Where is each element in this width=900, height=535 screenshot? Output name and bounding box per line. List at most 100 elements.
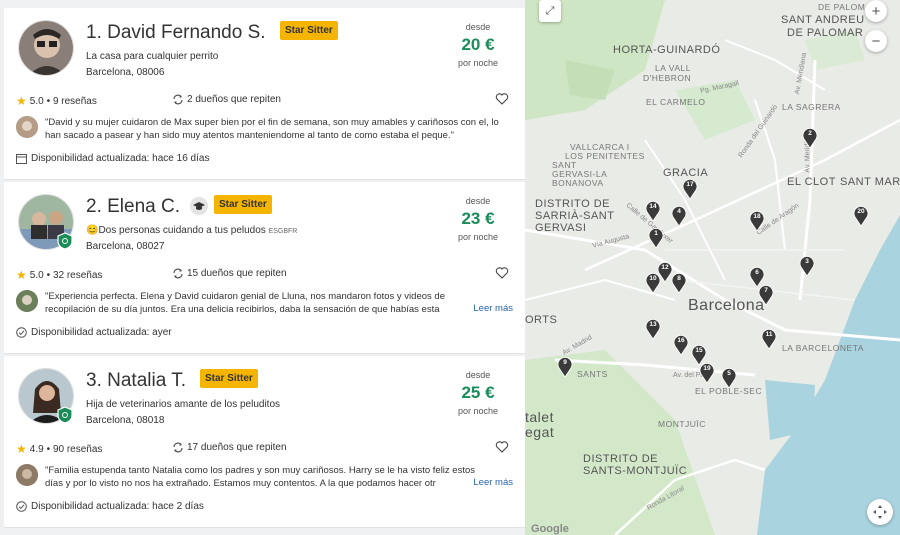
- map-pin[interactable]: 18: [749, 210, 765, 231]
- map-label: D'HEBRON: [643, 73, 692, 83]
- repeat-owners: 15 dueños que repiten: [172, 268, 287, 279]
- star-icon: ★: [16, 268, 27, 282]
- sitter-avatar[interactable]: [18, 20, 74, 76]
- heart-icon[interactable]: [495, 92, 509, 106]
- map[interactable]: SANT ANDREU DE PALOMAR DE PALOMAR HORTA-…: [525, 0, 900, 535]
- map-label: egat: [525, 424, 555, 440]
- sitter-name[interactable]: 1. David Fernando S.: [86, 22, 266, 44]
- price-box: desde 23 € por noche: [443, 196, 513, 242]
- repeat-owners-text: 2 dueños que repiten: [187, 94, 281, 105]
- sitter-card[interactable]: 3. Natalia T. Star Sitter Hija de veteri…: [4, 356, 525, 528]
- heart-icon[interactable]: [495, 440, 509, 454]
- verified-shield-icon: [57, 232, 73, 250]
- map-pin[interactable]: 7: [758, 284, 774, 305]
- price: 25 €: [461, 383, 495, 402]
- review-count: • 32 reseñas: [46, 269, 103, 281]
- map-pin-label: 19: [703, 365, 711, 372]
- sitter-card[interactable]: 2. Elena C. Star Sitter 😊Dos personas cu…: [4, 182, 525, 354]
- reviewer-avatar: [16, 290, 38, 312]
- map-pin[interactable]: 16: [673, 334, 689, 355]
- map-label: MONTJUÏC: [658, 419, 706, 429]
- map-pin[interactable]: 13: [645, 318, 661, 339]
- sitter-card[interactable]: 1. David Fernando S. Star Sitter La casa…: [4, 8, 525, 180]
- check-circle-icon: [16, 501, 27, 512]
- sitter-address: Barcelona, 08027: [86, 241, 165, 252]
- sitter-name[interactable]: 2. Elena C.: [86, 196, 180, 218]
- reviewer-avatar: [16, 464, 38, 486]
- city-label: Barcelona: [688, 297, 765, 314]
- graduation-cap-icon: [190, 197, 208, 215]
- map-label: LA VALL: [655, 63, 691, 73]
- map-pin-label: 1: [654, 230, 658, 237]
- reviewer-avatar: [16, 116, 38, 138]
- map-label: DISTRITO DE: [583, 453, 658, 465]
- check-circle-icon: [16, 327, 27, 338]
- price-from-label: desde: [465, 196, 491, 206]
- sitter-tagline: 😊Dos personas cuidando a tus peludos ESG…: [86, 225, 297, 236]
- rating: ★ 5.0 • 9 reseñas: [16, 94, 97, 108]
- map-pin-label: 4: [677, 208, 681, 215]
- heart-icon[interactable]: [495, 266, 509, 280]
- map-pin[interactable]: 2: [802, 127, 818, 148]
- map-pin[interactable]: 10: [645, 272, 661, 293]
- price-per-label: por noche: [457, 58, 499, 68]
- read-more-link[interactable]: Leer más: [469, 477, 513, 488]
- map-pin[interactable]: 11: [761, 328, 777, 349]
- smiley-icon: 😊: [86, 225, 99, 236]
- read-more-link[interactable]: Leer más: [469, 303, 513, 314]
- map-pin[interactable]: 9: [557, 356, 573, 377]
- map-label: SANTS-MONTJUÏC: [583, 465, 688, 477]
- map-label: HORTA-GUINARDÓ: [613, 44, 721, 56]
- sitter-name[interactable]: 3. Natalia T.: [86, 370, 186, 392]
- map-pin[interactable]: 8: [671, 272, 687, 293]
- repeat-owners-text: 15 dueños que repiten: [187, 268, 287, 279]
- fullscreen-button[interactable]: ⤢: [539, 0, 561, 22]
- sitter-list: 1. David Fernando S. Star Sitter La casa…: [0, 0, 525, 535]
- map-label: SANTS: [577, 369, 608, 379]
- map-pin-label: 2: [808, 130, 812, 137]
- map-pin-label: 8: [677, 275, 681, 282]
- rating-value: 5.0: [29, 95, 44, 107]
- google-logo: Google: [531, 523, 569, 535]
- availability: Disponibilidad actualizada: hace 2 días: [16, 501, 204, 512]
- price-per-label: por noche: [457, 406, 499, 416]
- map-pin[interactable]: 1: [648, 227, 664, 248]
- map-pin[interactable]: 19: [699, 362, 715, 383]
- price: 20 €: [461, 35, 495, 54]
- map-label: GERVASI: [535, 222, 587, 234]
- map-pin[interactable]: 4: [671, 205, 687, 226]
- repeat-icon: [173, 94, 183, 105]
- availability-text: Disponibilidad actualizada: hace 16 días: [31, 153, 210, 164]
- recenter-icon[interactable]: [867, 499, 893, 525]
- map-pin[interactable]: 3: [799, 255, 815, 276]
- availability-text: Disponibilidad actualizada: hace 2 días: [31, 501, 204, 512]
- map-pin-label: 5: [727, 370, 731, 377]
- sitter-address: Barcelona, 08018: [86, 415, 165, 426]
- language-codes: ESGBFR: [268, 228, 298, 235]
- price-per-label: por noche: [457, 232, 499, 242]
- sitter-tagline-text: Dos personas cuidando a tus peludos: [98, 225, 266, 236]
- review-count: • 90 reseñas: [46, 443, 103, 455]
- sitter-address: Barcelona, 08006: [86, 67, 165, 78]
- availability: Disponibilidad actualizada: ayer: [16, 327, 172, 338]
- map-pin[interactable]: 17: [682, 178, 698, 199]
- map-background: [525, 0, 900, 535]
- verified-shield-icon: [57, 406, 73, 424]
- price-from-label: desde: [465, 22, 491, 32]
- repeat-icon: [173, 442, 183, 453]
- map-label: EL CARMELO: [646, 97, 706, 107]
- map-pin-label: 11: [765, 331, 773, 338]
- zoom-in-button[interactable]: +: [865, 0, 887, 22]
- repeat-icon: [173, 268, 183, 279]
- map-pin[interactable]: 20: [853, 205, 869, 226]
- repeat-owners: 17 dueños que repiten: [172, 442, 287, 453]
- star-sitter-badge: Star Sitter: [214, 195, 272, 214]
- zoom-out-button[interactable]: −: [865, 30, 887, 52]
- map-pin[interactable]: 5: [721, 367, 737, 388]
- map-pin-label: 12: [661, 264, 669, 271]
- map-label: LA SAGRERA: [782, 102, 841, 112]
- map-pin[interactable]: 14: [645, 200, 661, 221]
- review-text: "Familia estupenda tanto Natalia como lo…: [45, 465, 476, 489]
- map-pin-label: 7: [764, 287, 768, 294]
- star-icon: ★: [16, 442, 27, 456]
